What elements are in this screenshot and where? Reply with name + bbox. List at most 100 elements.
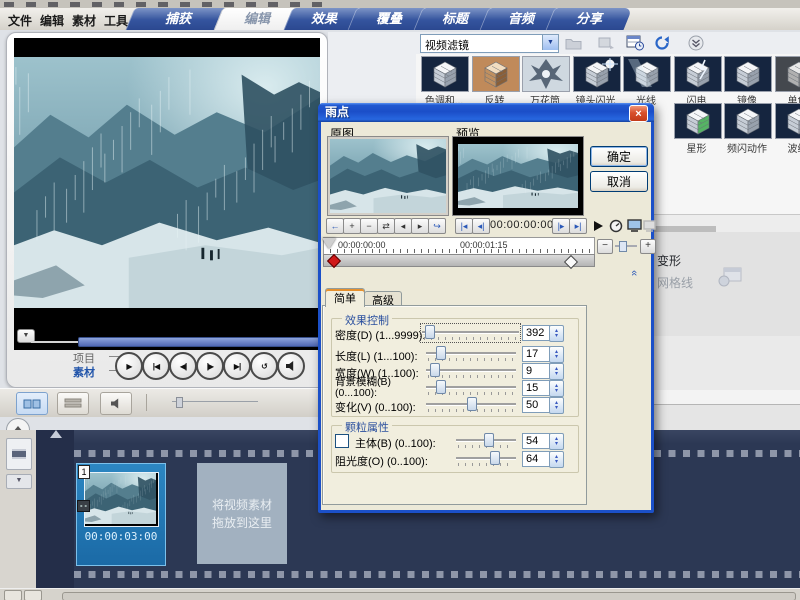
filter-thumb-lens-flare[interactable]: [573, 56, 621, 92]
deform-option-label[interactable]: 变形: [657, 252, 681, 269]
width-value[interactable]: 9: [522, 363, 550, 379]
step-back-button[interactable]: ◂|: [472, 218, 490, 234]
audio-view-button[interactable]: [100, 392, 132, 415]
length-value[interactable]: 17: [522, 346, 550, 362]
ruler-scrubber[interactable]: [322, 238, 336, 249]
step-forward-button[interactable]: |▸: [552, 218, 570, 234]
chevron-down-icon[interactable]: ▼: [542, 35, 558, 50]
width-slider-thumb[interactable]: [430, 363, 440, 377]
filter-thumb-mirror[interactable]: [724, 56, 772, 92]
remove-keyframe-button[interactable]: −: [360, 218, 378, 234]
timeline-zoom-thumb[interactable]: [176, 397, 183, 408]
dialog-title[interactable]: 雨点: [318, 103, 654, 122]
body-slider-thumb[interactable]: [484, 433, 494, 447]
density-slider-thumb[interactable]: [425, 325, 435, 339]
filter-thumb-light[interactable]: [623, 56, 671, 92]
add-track-button[interactable]: [4, 590, 22, 600]
filter-thumb-lightning[interactable]: [674, 56, 722, 92]
body-checkbox[interactable]: [335, 434, 349, 448]
variation-slider[interactable]: [426, 397, 516, 413]
clip-mode-label[interactable]: 素材: [73, 364, 95, 380]
refresh-icon[interactable]: [652, 35, 672, 51]
density-spinner[interactable]: ▴▾: [549, 325, 564, 342]
width-spinner[interactable]: ▴▾: [549, 363, 564, 380]
timeline-zoom-slider[interactable]: [172, 401, 258, 402]
background-blur-spinner[interactable]: ▴▾: [549, 380, 564, 397]
menu-item-edit[interactable]: 编辑: [40, 12, 64, 29]
load-library-folder-icon[interactable]: [563, 35, 583, 51]
track-expand-button[interactable]: ▼: [6, 474, 32, 489]
player-play-button[interactable]: ▶: [115, 352, 143, 380]
keyframe-ruler[interactable]: 00:00:00:00 00:00:01:15: [323, 237, 595, 255]
preview-device-icon[interactable]: [626, 218, 642, 233]
player-end-button[interactable]: ▶|: [223, 352, 251, 380]
filter-thumb-kaleidoscope[interactable]: [522, 56, 570, 92]
add-clip-icon[interactable]: [596, 35, 616, 51]
background-blur-slider[interactable]: [426, 380, 516, 396]
player-home-button[interactable]: |◀: [142, 352, 170, 380]
storyboard-view-button[interactable]: [16, 392, 48, 415]
background-blur-value[interactable]: 15: [522, 380, 550, 396]
ruler-zoom-thumb[interactable]: [619, 241, 627, 252]
tab-capture[interactable]: 捕获: [130, 8, 226, 30]
density-slider[interactable]: [422, 325, 519, 341]
trim-bar[interactable]: [78, 337, 321, 347]
fade-button[interactable]: ↪: [428, 218, 446, 234]
opacity-value[interactable]: 64: [522, 451, 550, 467]
go-start-button[interactable]: |◂: [455, 218, 473, 234]
density-value[interactable]: 392: [522, 325, 550, 341]
opacity-slider[interactable]: [456, 451, 516, 467]
ruler-zoom-in-button[interactable]: +: [640, 239, 656, 254]
gallery-dropdown[interactable]: 视频滤镜 ▼: [420, 34, 559, 53]
timeline-view-button[interactable]: [57, 392, 89, 415]
storyboard-drop-slot[interactable]: 将视频素材 拖放到这里: [197, 463, 287, 564]
body-slider[interactable]: [456, 433, 516, 449]
filter-thumb-hue-saturation[interactable]: [421, 56, 469, 92]
filter-thumb-strobe-action[interactable]: [724, 103, 772, 139]
opacity-slider-thumb[interactable]: [490, 451, 500, 465]
ruler-zoom-out-button[interactable]: −: [597, 239, 613, 254]
timeline-scrollbar[interactable]: [62, 592, 796, 600]
storyboard-clip-1[interactable]: 1 00:00:03:00: [76, 463, 166, 566]
menu-item-clip[interactable]: 素材: [72, 12, 96, 29]
length-slider-thumb[interactable]: [436, 346, 446, 360]
player-prev-frame-button[interactable]: ◀|: [169, 352, 197, 380]
body-spinner[interactable]: ▴▾: [549, 433, 564, 450]
player-next-frame-button[interactable]: |▶: [196, 352, 224, 380]
opacity-spinner[interactable]: ▴▾: [549, 451, 564, 468]
player-repeat-button[interactable]: ↺: [250, 352, 278, 380]
variation-slider-thumb[interactable]: [467, 397, 477, 411]
length-slider[interactable]: [426, 346, 516, 362]
collapse-panel-icon[interactable]: «: [628, 270, 640, 276]
width-slider[interactable]: [426, 363, 516, 379]
filter-thumb-invert[interactable]: [472, 56, 520, 92]
go-end-button[interactable]: ▸|: [569, 218, 587, 234]
variation-spinner[interactable]: ▴▾: [549, 397, 564, 414]
prev-keyframe-button[interactable]: ←: [326, 218, 344, 234]
ok-button[interactable]: 确定: [590, 146, 648, 167]
playback-speed-icon[interactable]: [608, 218, 624, 233]
tab-simple[interactable]: 简单: [325, 288, 365, 307]
video-track-button[interactable]: [6, 438, 32, 470]
filter-thumb-monochrome[interactable]: [775, 56, 800, 92]
collapse-gallery-icon[interactable]: [686, 35, 706, 51]
tab-share[interactable]: 分享: [550, 8, 628, 30]
cancel-button[interactable]: 取消: [590, 171, 648, 192]
menu-item-tools[interactable]: 工具: [104, 12, 128, 29]
length-spinner[interactable]: ▴▾: [549, 346, 564, 363]
kf-next-frame-button[interactable]: ▸: [411, 218, 429, 234]
close-icon[interactable]: ×: [629, 105, 648, 122]
kf-prev-frame-button[interactable]: ◂: [394, 218, 412, 234]
reverse-keyframes-button[interactable]: ⇄: [377, 218, 395, 234]
body-value[interactable]: 54: [522, 433, 550, 449]
filter-thumb-star[interactable]: [674, 103, 722, 139]
library-options-icon[interactable]: [625, 35, 645, 51]
menu-item-file[interactable]: 文件: [8, 12, 32, 29]
play-filter-button[interactable]: [590, 218, 606, 233]
keyframe-track[interactable]: [323, 254, 595, 267]
chapter-button[interactable]: [24, 590, 42, 600]
background-blur-slider-thumb[interactable]: [436, 380, 446, 394]
filter-thumb-ripple[interactable]: [775, 103, 800, 139]
player-volume-button[interactable]: [277, 352, 305, 380]
variation-value[interactable]: 50: [522, 397, 550, 413]
